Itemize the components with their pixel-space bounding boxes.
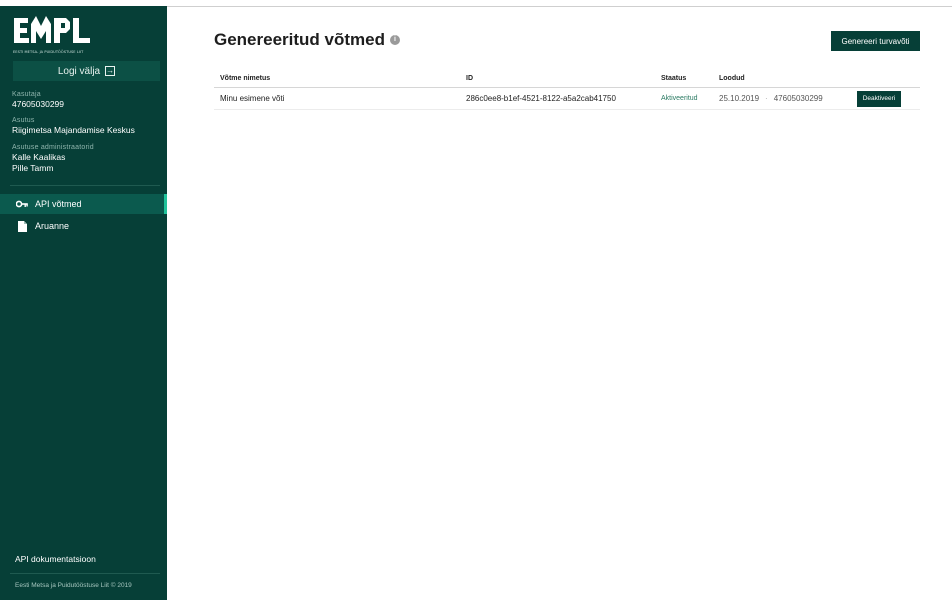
sidebar-item-api-keys[interactable]: API võtmed xyxy=(0,194,167,214)
created-info: 25.10.2019 · 47605030299 xyxy=(719,88,823,109)
logout-label: Logi välja xyxy=(57,65,101,77)
footer-divider xyxy=(10,573,160,574)
column-header-status: Staatus xyxy=(661,75,687,82)
deactivate-button[interactable]: Deaktiveeri xyxy=(857,90,901,107)
table-header: Võtme nimetus ID Staatus Loodud xyxy=(214,70,920,88)
status-badge: Aktiveeritud xyxy=(661,88,698,109)
column-header-name: Võtme nimetus xyxy=(220,75,271,82)
keys-table: Võtme nimetus ID Staatus Loodud Minu esi… xyxy=(214,70,920,110)
sidebar-divider xyxy=(10,185,160,186)
brand-logo[interactable]: EESTI METSA- JA PUIDUTÖÖSTUSE LIIT xyxy=(12,14,112,54)
sidebar-item-label: API võtmed xyxy=(35,199,82,209)
row-action: Deaktiveeri xyxy=(857,88,901,109)
key-icon xyxy=(16,200,28,208)
logout-icon: → xyxy=(105,66,116,76)
column-header-id: ID xyxy=(466,75,473,82)
api-docs-link[interactable]: API dokumentatsioon xyxy=(15,554,96,564)
user-label: Kasutaja xyxy=(12,91,41,98)
document-icon xyxy=(16,220,28,232)
page-title-text: Genereeritud võtmed xyxy=(214,30,385,49)
logo-mark xyxy=(14,16,90,43)
created-by: 47605030299 xyxy=(773,94,823,103)
admins-info: Asutuse administraatorid Kalle Kaalikas … xyxy=(12,143,162,174)
status-text: Aktiveeritud xyxy=(661,95,698,102)
sidebar-item-report[interactable]: Aruanne xyxy=(0,216,167,236)
column-header-created: Loodud xyxy=(719,75,745,82)
logout-button[interactable]: Logi välja → xyxy=(13,61,160,81)
user-info: Kasutaja 47605030299 xyxy=(12,90,162,110)
key-id: 286c0ee8-b1ef-4521-8122-a5a2cab41750 xyxy=(466,94,616,103)
admin-name: Kalle Kaalikas xyxy=(12,152,66,162)
admins-label: Asutuse administraatorid xyxy=(12,144,94,151)
org-label: Asutus xyxy=(12,117,35,124)
generate-key-button[interactable]: Genereeri turvavõti xyxy=(831,31,920,51)
sidebar-item-label: Aruanne xyxy=(35,221,70,231)
user-value: 47605030299 xyxy=(12,99,65,109)
key-name: Minu esimene võti xyxy=(220,94,285,103)
footer-copyright: Eesti Metsa ja Puidutööstuse Liit © 2019 xyxy=(15,582,132,589)
sidebar: EESTI METSA- JA PUIDUTÖÖSTUSE LIIT Logi … xyxy=(0,6,167,600)
admin-name: Pille Tamm xyxy=(12,163,54,173)
main-content: Genereeritud võtmed i Genereeri turvavõt… xyxy=(167,6,952,600)
table-row: Minu esimene võti 286c0ee8-b1ef-4521-812… xyxy=(214,88,920,110)
logo-caption: EESTI METSA- JA PUIDUTÖÖSTUSE LIIT xyxy=(13,50,84,54)
created-date: 25.10.2019 xyxy=(719,94,760,103)
created-separator: · xyxy=(765,94,768,103)
org-info: Asutus Riigimetsa Majandamise Keskus xyxy=(12,116,162,136)
page-title: Genereeritud võtmed i xyxy=(214,30,400,50)
info-icon[interactable]: i xyxy=(390,35,400,45)
org-value: Riigimetsa Majandamise Keskus xyxy=(12,125,135,135)
